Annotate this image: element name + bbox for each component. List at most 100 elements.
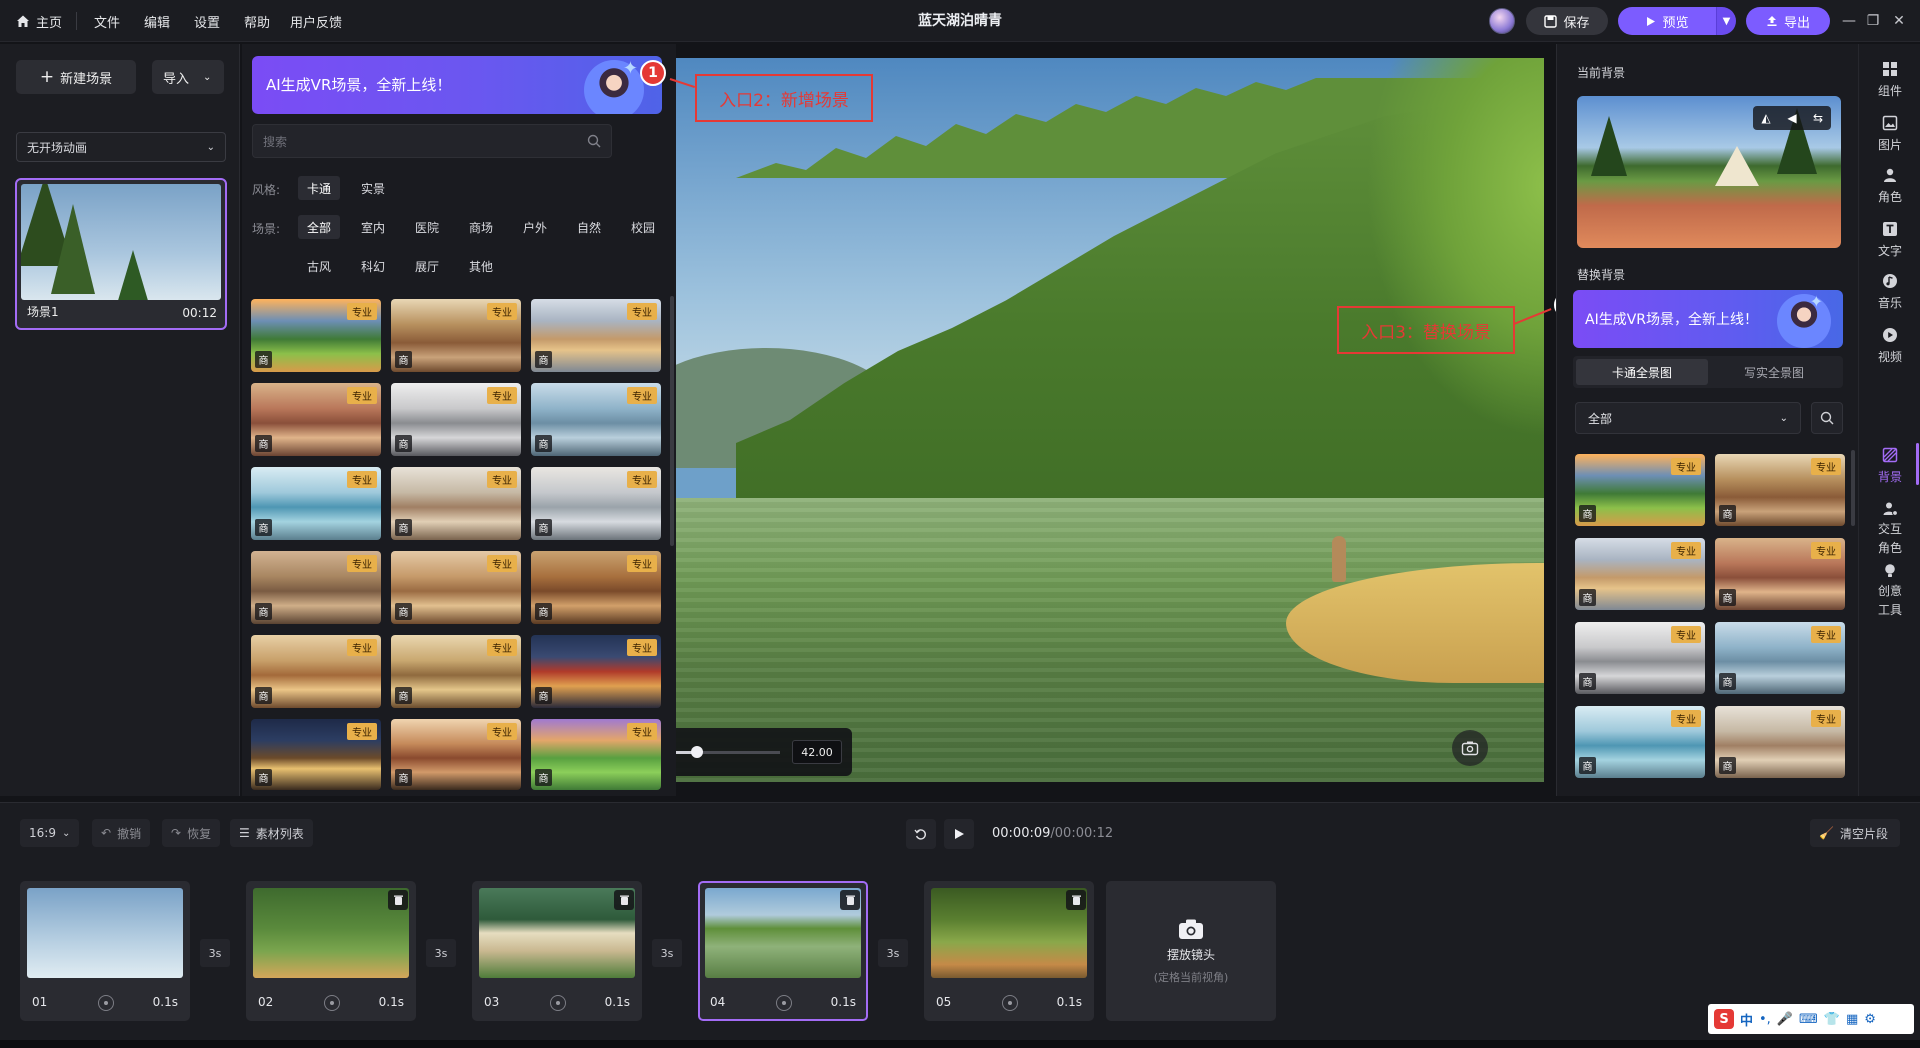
transition-duration[interactable]: 3s [652,939,682,967]
library-thumbnail[interactable]: 专业商 [531,299,661,372]
view-angle-icon[interactable] [98,995,114,1011]
rail-background[interactable]: 背景 [1859,446,1920,485]
redo-button[interactable]: ↷ 恢复 [162,819,221,847]
library-scrollbar[interactable] [670,296,674,546]
ai-vr-banner[interactable]: AI生成VR场景，全新上线！ ✦ [252,56,662,114]
flip-vertical-icon[interactable]: ◀ [1779,106,1805,130]
background-thumbnail[interactable]: 专业商 [1715,706,1845,778]
library-thumbnail[interactable]: 专业商 [531,383,661,456]
rail-creative-tools[interactable]: 创意 工具 [1859,562,1920,618]
library-thumbnail[interactable]: 专业商 [531,635,661,708]
background-thumbnail[interactable]: 专业商 [1715,622,1845,694]
background-scrollbar[interactable] [1851,450,1855,526]
screenshot-button[interactable] [1452,730,1488,766]
scene-chip-mall[interactable]: 商场 [460,215,502,239]
library-thumbnail[interactable]: 专业商 [531,467,661,540]
style-chip-real[interactable]: 实景 [352,176,394,200]
style-chip-cartoon[interactable]: 卡通 [298,176,341,200]
rail-video[interactable]: 视频 [1859,326,1920,365]
scene-preview-canvas[interactable] [676,58,1544,782]
menu-edit[interactable]: 编辑 [136,9,178,33]
view-angle-icon[interactable] [550,995,566,1011]
zoom-value-input[interactable]: 42.00 [792,740,842,764]
rail-interactive-role[interactable]: 交互 角色 [1859,500,1920,556]
library-thumbnail[interactable]: 专业商 [391,383,521,456]
tab-real-panorama[interactable]: 写实全景图 [1708,359,1840,385]
flip-horizontal-icon[interactable]: ◭ [1753,106,1779,130]
tab-cartoon-panorama[interactable]: 卡通全景图 [1576,359,1708,385]
library-search-input[interactable]: 搜索 [252,124,612,158]
home-button[interactable]: 主页 [8,9,70,33]
library-thumbnail[interactable]: 专业商 [391,551,521,624]
delete-clip-icon[interactable] [614,890,634,910]
timeline-clip[interactable]: 05 0.1s [924,881,1094,1021]
background-thumbnail[interactable]: 专业商 [1715,538,1845,610]
view-angle-icon[interactable] [324,995,340,1011]
scene-chip-scifi[interactable]: 科幻 [352,254,394,278]
save-button[interactable]: 保存 [1526,7,1608,35]
background-category-select[interactable]: 全部 ⌄ [1575,402,1801,434]
preview-button[interactable]: 预览 [1618,7,1716,35]
aspect-ratio-select[interactable]: 16:9 ⌄ [20,819,80,847]
scene-card[interactable]: 场景1 00:12 [15,178,227,330]
zoom-slider-handle[interactable] [690,746,703,758]
transition-duration[interactable]: 3s [200,939,230,967]
preview-dropdown-button[interactable]: ▼ [1716,7,1736,35]
library-thumbnail[interactable]: 专业商 [531,551,661,624]
background-thumbnail[interactable]: 专业商 [1715,454,1845,526]
library-thumbnail[interactable]: 专业商 [251,635,381,708]
materials-list-button[interactable]: ☰ 素材列表 [230,819,313,847]
library-thumbnail[interactable]: 专业商 [531,719,661,790]
timeline-clip[interactable]: 02 0.1s [246,881,416,1021]
timeline-clip[interactable]: 04 0.1s [698,881,868,1021]
library-thumbnail[interactable]: 专业商 [391,299,521,372]
user-avatar[interactable] [1489,8,1515,34]
opening-animation-select[interactable]: 无开场动画 ⌄ [16,132,226,162]
close-icon[interactable]: ✕ [1888,10,1910,32]
play-button[interactable] [944,819,974,849]
transition-duration[interactable]: 3s [878,939,908,967]
background-thumbnail[interactable]: 专业商 [1575,454,1705,526]
scene-chip-all[interactable]: 全部 [298,215,341,239]
ime-toolbar[interactable]: S 中 •, 🎤 ⌨ 👕 ▦ ⚙ [1708,1004,1914,1034]
capture-shot-button[interactable]: 摆放镜头 (定格当前视角) [1106,881,1276,1021]
rail-image[interactable]: 图片 [1859,114,1920,153]
scene-chip-nature[interactable]: 自然 [568,215,610,239]
transition-duration[interactable]: 3s [426,939,456,967]
timeline-clip[interactable]: 03 0.1s [472,881,642,1021]
clear-clips-button[interactable]: 🧹 清空片段 [1810,819,1900,847]
new-scene-button[interactable]: + 新建场景 [16,60,136,94]
scene-chip-hall[interactable]: 展厅 [406,254,448,278]
library-thumbnail[interactable]: 专业商 [391,719,521,790]
scene-chip-hospital[interactable]: 医院 [406,215,448,239]
library-thumbnail[interactable]: 专业商 [251,467,381,540]
view-angle-icon[interactable] [1002,995,1018,1011]
undo-button[interactable]: ↶ 撤销 [92,819,151,847]
menu-settings[interactable]: 设置 [186,9,228,33]
delete-clip-icon[interactable] [388,890,408,910]
background-search-button[interactable] [1811,402,1843,434]
scene-chip-campus[interactable]: 校园 [622,215,664,239]
minimize-icon[interactable]: — [1838,10,1860,32]
rail-components[interactable]: 组件 [1859,60,1920,99]
swap-icon[interactable]: ⇆ [1805,106,1831,130]
scene-chip-outdoor[interactable]: 户外 [514,215,556,239]
delete-clip-icon[interactable] [1066,890,1086,910]
menu-help[interactable]: 帮助 [236,9,278,33]
timeline-clip[interactable]: 01 0.1s [20,881,190,1021]
rail-role[interactable]: 角色 [1859,166,1920,205]
scene-chip-other[interactable]: 其他 [460,254,502,278]
scene-chip-indoor[interactable]: 室内 [352,215,394,239]
ai-vr-banner-right[interactable]: AI生成VR场景，全新上线！ ✦ [1573,290,1843,348]
menu-file[interactable]: 文件 [86,9,128,33]
preview-character[interactable] [1332,536,1346,582]
loop-button[interactable] [906,819,936,849]
rail-text[interactable]: 文字 [1859,220,1920,259]
delete-clip-icon[interactable] [840,890,860,910]
import-button[interactable]: 导入 ⌄ [152,60,224,94]
export-button[interactable]: 导出 [1746,7,1830,35]
library-thumbnail[interactable]: 专业商 [251,299,381,372]
rail-music[interactable]: 音乐 [1859,272,1920,311]
view-angle-icon[interactable] [776,995,792,1011]
background-thumbnail[interactable]: 专业商 [1575,706,1705,778]
